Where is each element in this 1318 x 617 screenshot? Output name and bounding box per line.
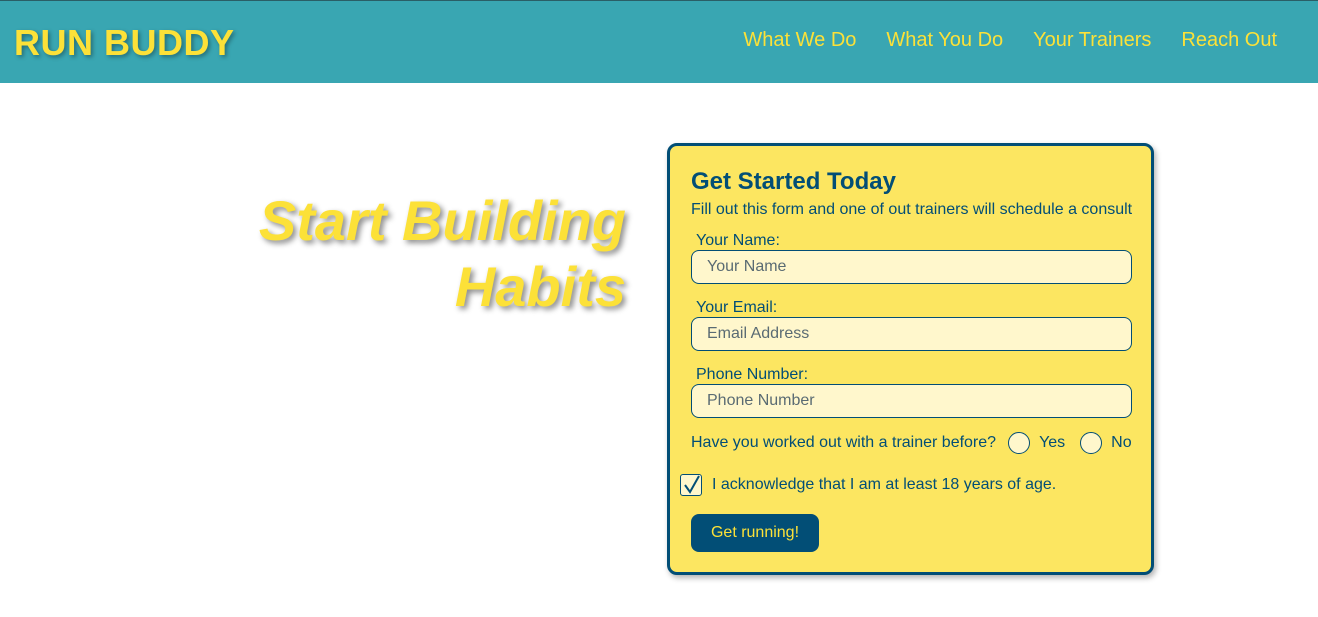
signup-form: Get Started Today Fill out this form and… [667,143,1154,575]
age-ack-row: I acknowledge that I am at least 18 year… [680,474,1056,496]
nav-link-your-trainers[interactable]: Your Trainers [1033,29,1151,51]
form-subtitle: Fill out this form and one of out traine… [691,201,1133,218]
form-title: Get Started Today [691,168,896,195]
age-ack-checkbox[interactable] [680,474,702,496]
hero-line-1: Start Building [258,189,626,252]
trainer-question-row: Have you worked out with a trainer befor… [691,432,1132,454]
nav-link-reach-out[interactable]: Reach Out [1181,29,1277,51]
trainer-question: Have you worked out with a trainer befor… [691,434,997,451]
email-label: Your Email: [696,299,778,316]
checkmark-icon [684,475,700,494]
phone-input[interactable] [691,384,1132,418]
age-ack-label: I acknowledge that I am at least 18 year… [712,476,1057,493]
get-running-button[interactable]: Get running! [691,514,819,552]
radio-yes-label: Yes [1039,434,1066,451]
site-logo[interactable]: RUN BUDDY [14,22,235,64]
site-header: RUN BUDDY What We Do What You Do Your Tr… [0,0,1318,83]
radio-yes[interactable] [1008,432,1031,454]
name-label: Your Name: [696,232,780,249]
radio-option-yes[interactable]: Yes [1008,432,1065,454]
hero-heading: Start Building Habits [200,188,626,320]
nav-link-what-we-do[interactable]: What We Do [743,29,856,51]
nav-link-what-you-do[interactable]: What You Do [886,29,1003,51]
hero-line-2: Habits [454,255,626,318]
main-nav: What We Do What You Do Your Trainers Rea… [713,29,1277,51]
radio-no-label: No [1111,434,1132,451]
phone-label: Phone Number: [696,366,809,383]
name-input[interactable] [691,250,1132,284]
radio-no[interactable] [1080,432,1103,454]
email-input[interactable] [691,317,1132,351]
radio-option-no[interactable]: No [1080,432,1132,454]
